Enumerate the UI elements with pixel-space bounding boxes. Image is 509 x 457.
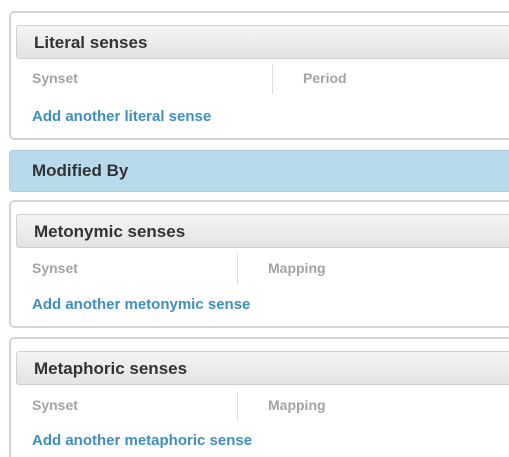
period-column-header: Period: [303, 70, 347, 86]
modified-by-title: Modified By: [32, 161, 129, 180]
metonymic-senses-panel: Metonymic senses Synset Mapping Add anot…: [9, 200, 509, 328]
literal-senses-title: Literal senses: [34, 33, 148, 52]
literal-senses-header: Literal senses: [16, 25, 509, 59]
add-metaphoric-sense-link[interactable]: Add another metaphoric sense: [32, 432, 252, 449]
mapping-column-header: Mapping: [268, 260, 326, 276]
metaphoric-senses-title: Metaphoric senses: [34, 359, 188, 378]
add-metonymic-sense-link[interactable]: Add another metonymic sense: [32, 296, 250, 313]
mapping-column-header: Mapping: [268, 397, 326, 413]
synset-column-header: Synset: [32, 260, 78, 276]
page: Literal senses Synset Period Add another…: [0, 0, 509, 457]
metonymic-senses-header: Metonymic senses: [16, 214, 509, 248]
column-divider: [237, 254, 238, 284]
metaphoric-senses-panel: Metaphoric senses Synset Mapping Add ano…: [9, 337, 509, 457]
literal-senses-panel: Literal senses Synset Period Add another…: [9, 11, 509, 140]
metonymic-senses-title: Metonymic senses: [34, 222, 186, 241]
synset-column-header: Synset: [32, 397, 78, 413]
modified-by-bar[interactable]: Modified By: [9, 150, 509, 192]
column-divider: [272, 64, 273, 94]
synset-column-header: Synset: [32, 70, 78, 86]
metaphoric-senses-header: Metaphoric senses: [16, 351, 509, 385]
column-divider: [237, 391, 238, 421]
add-literal-sense-link[interactable]: Add another literal sense: [32, 108, 211, 125]
